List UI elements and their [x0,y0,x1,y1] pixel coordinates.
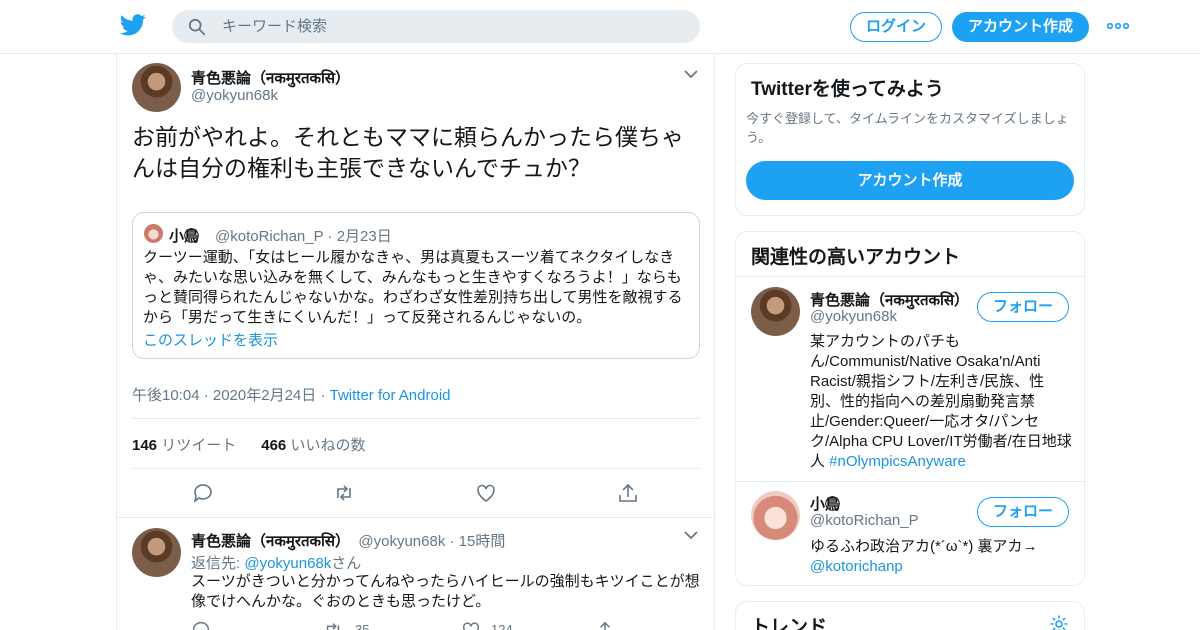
reply-to-link[interactable]: @yokyun68k [244,555,331,572]
chevron-down-icon[interactable] [684,530,698,540]
share-icon[interactable] [595,620,615,630]
quoted-author-name: 小鳥⃝ [169,228,200,245]
account-name[interactable]: 青色悪論（नकमुरतकसि） [810,289,969,310]
divider [132,418,700,419]
reply-icon[interactable] [191,620,211,630]
avatar[interactable] [132,63,181,112]
divider [132,468,700,469]
tweet-text: お前がやれよ。それともママに頼らんかったら僕ちゃんは自分の権利も主張できないんで… [132,124,684,181]
quoted-handle-text: @kotoRichan_P [215,228,324,245]
trends-title: トレンド [751,617,828,630]
show-thread-link[interactable]: このスレッドを表示 [143,329,278,350]
reply-to: 返信先: @yokyun68kさん [191,552,361,573]
signup-card-title: Twitterを使ってみよう [751,79,944,100]
like-count[interactable]: 466 [261,437,286,454]
retweet-label[interactable]: リツイート [161,437,236,454]
reply-time[interactable]: · 15時間 [450,533,506,550]
search-input[interactable] [222,10,682,43]
account-name[interactable]: 小鳥⃝ [810,493,840,514]
avatar [144,224,163,243]
chevron-down-icon[interactable] [684,69,698,79]
top-bar: ログイン アカウント作成 [0,0,1200,54]
gear-icon[interactable] [1049,614,1069,630]
tweet-stats: 146 リツイート 466 いいねの数 [132,434,365,455]
account-handle[interactable]: @yokyun68k [810,308,897,325]
reply-icon[interactable] [192,482,214,504]
trends-card: トレンド [735,601,1085,630]
login-button[interactable]: ログイン [850,12,942,42]
related-accounts-title: 関連性の高いアカウント [751,247,961,268]
reply-author-handle[interactable]: @yokyun68k [358,533,445,550]
tweet-column: 青色悪論（नकमुरतकसि） @yokyun68k お前がやれよ。それともママ… [116,54,715,630]
account-bio: ゆるふわ政治アカ(*´ω`*) 裏アカ→ @kotorichanp [810,537,1074,577]
like-icon[interactable] [475,482,497,504]
reply-retweet-count: 35 [355,622,370,630]
reply-like-count: 124 [491,622,513,630]
account-bio-text: 某アカウントのパチもん/Communist/Native Osaka'n/Ant… [810,333,1072,470]
reply-to-suffix: さん [331,555,362,572]
source-link[interactable]: Twitter for Android [330,387,451,404]
retweet-count[interactable]: 146 [132,437,157,454]
tweet-metadata: 午後10:04 · 2020年2月24日 · Twitter for Andro… [132,384,451,405]
signup-card: Twitterを使ってみよう 今すぐ登録して、タイムラインをカスタマイズしましょ… [735,63,1085,216]
divider [736,481,1084,482]
more-options-icon[interactable] [1107,20,1129,32]
like-label[interactable]: いいねの数 [290,437,365,454]
mention-link[interactable]: @kotorichanp [810,558,903,575]
author-handle[interactable]: @yokyun68k [191,87,278,104]
avatar[interactable] [751,491,800,540]
quoted-tweet[interactable]: 小鳥⃝ @kotoRichan_P · 2月23日 クーツー運動、「女はヒール履… [132,212,700,359]
retweet-icon[interactable] [333,482,355,504]
follow-button[interactable]: フォロー [977,497,1069,527]
twitter-bird-icon[interactable] [120,14,146,36]
account-bio: 某アカウントのパチもん/Communist/Native Osaka'n/Ant… [810,332,1074,472]
search-box[interactable] [172,10,700,43]
reply-author-name[interactable]: 青色悪論（नकमुरतकसि） [191,533,350,550]
follow-button[interactable]: フォロー [977,292,1069,322]
account-bio-text: ゆるふわ政治アカ(*´ω`*) 裏アカ→ [810,538,1038,555]
avatar[interactable] [751,287,800,336]
signup-button[interactable]: アカウント作成 [952,12,1089,42]
hashtag-link[interactable]: #nOlympicsAnyware [829,453,966,470]
author-name[interactable]: 青色悪論（नकमुरतकसि） [191,67,350,88]
search-icon [188,18,206,36]
signup-card-description: 今すぐ登録して、タイムラインをカスタマイズしましょう。 [746,111,1069,145]
divider [736,276,1084,277]
quoted-date: · 2月23日 [327,228,392,245]
reply-to-prefix: 返信先: [191,555,241,572]
avatar[interactable] [132,528,181,577]
account-handle[interactable]: @kotoRichan_P [810,512,919,529]
quoted-author-handle: @kotoRichan_P · 2月23日 [215,225,392,246]
reply-header: 青色悪論（नकमुरतकसि） @yokyun68k · 15時間 [191,530,505,551]
reply-text: スーツがきついと分かってんねやったらハイヒールの強制もキツイことが想像でけへんか… [191,573,700,610]
timestamp[interactable]: 午後10:04 · 2020年2月24日 · [132,387,325,404]
share-icon[interactable] [617,482,639,504]
related-accounts-card: 関連性の高いアカウント 青色悪論（नकमुरतकसि） @yokyun68k フ… [735,231,1085,586]
like-icon[interactable] [461,620,481,630]
divider [117,517,715,518]
retweet-icon[interactable] [323,620,343,630]
quoted-text: クーツー運動、「女はヒール履かなきゃ、男は真夏もスーツ着てネクタイしなきゃ、みた… [143,249,683,326]
signup-card-button[interactable]: アカウント作成 [746,161,1074,200]
